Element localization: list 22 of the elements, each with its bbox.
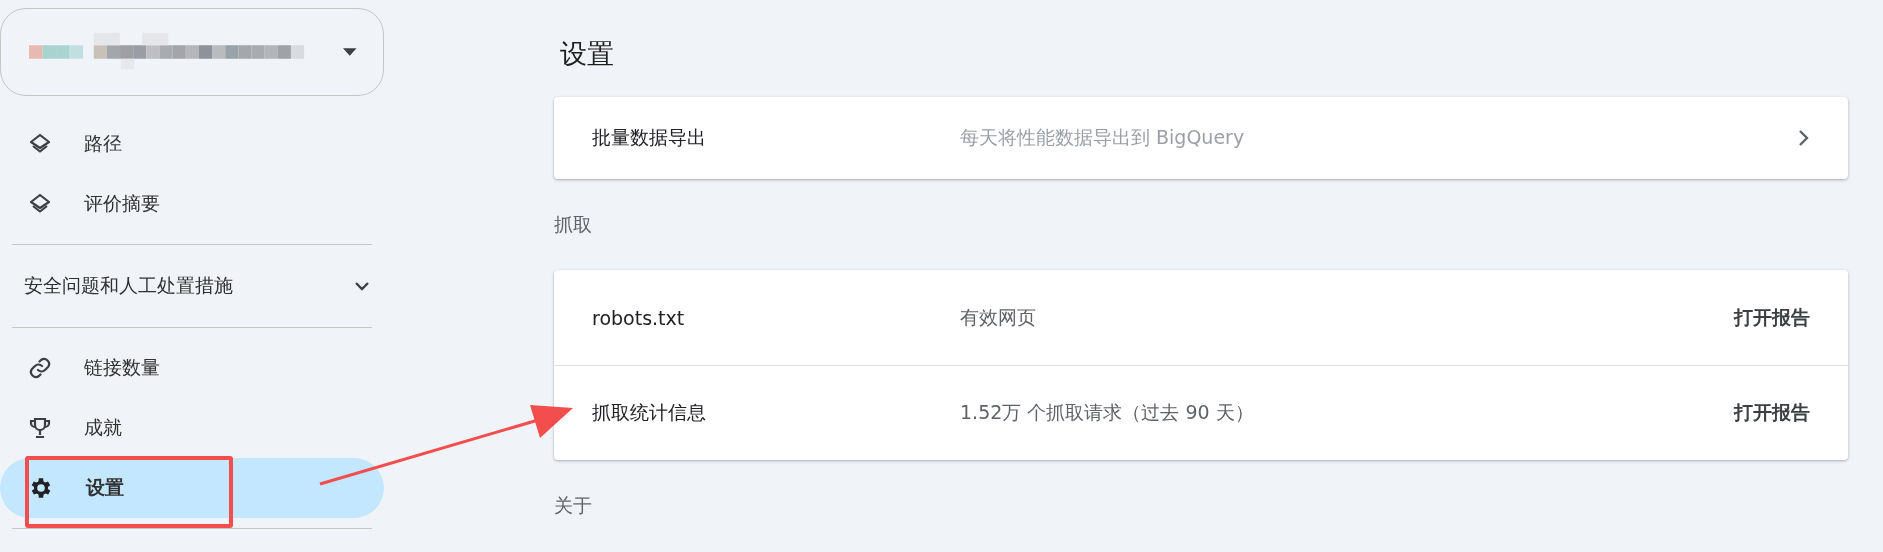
settings-row[interactable]: 批量数据导出 每天将性能数据导出到 BigQuery <box>554 97 1848 179</box>
open-report-link[interactable]: 打开报告 <box>1734 400 1810 426</box>
nav-item[interactable]: 路径 <box>0 114 384 174</box>
link-icon <box>28 356 52 380</box>
nav-section-toggle[interactable]: 安全问题和人工处置措施 <box>0 255 384 317</box>
section-heading: 抓取 <box>554 211 593 237</box>
nav-item[interactable]: 设置 <box>0 458 384 518</box>
settings-row[interactable]: robots.txt 有效网页 打开报告 <box>554 270 1848 365</box>
nav-item[interactable]: 成就 <box>0 398 384 458</box>
nav-item[interactable]: 链接数量 <box>0 338 384 398</box>
row-value: 1.52万 个抓取请求（过去 90 天） <box>960 400 1255 425</box>
open-report-link[interactable]: 打开报告 <box>1734 304 1810 331</box>
trophy-icon <box>28 416 52 440</box>
section-heading: 关于 <box>554 492 593 518</box>
row-name: 抓取统计信息 <box>592 400 707 425</box>
row-value: 每天将性能数据导出到 BigQuery <box>960 125 1246 150</box>
chevron-right-icon[interactable] <box>1798 129 1810 147</box>
page-title: 设置 <box>559 36 615 71</box>
row-value: 有效网页 <box>960 304 1037 330</box>
nav-item[interactable]: 评价摘要 <box>0 174 384 234</box>
row-name: robots.txt <box>592 306 686 329</box>
row-name: 批量数据导出 <box>592 125 707 150</box>
